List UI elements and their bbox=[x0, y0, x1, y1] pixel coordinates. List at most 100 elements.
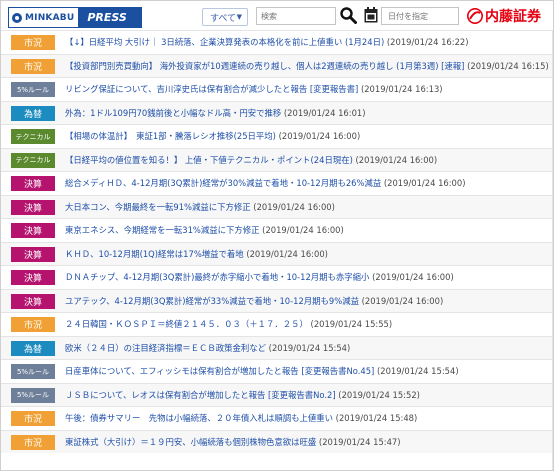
news-row[interactable]: 5%ルール リビング保証について、吉川淳史氏は保有割合が減少したと報告 [変更報告… bbox=[1, 77, 553, 101]
timestamp-close-paren: ) bbox=[462, 178, 466, 188]
news-row[interactable]: 決算 ＤＮＡチップ、4-12月期(3Q累計)最終が赤字縮小で着地・10-12月期も… bbox=[1, 265, 553, 289]
timestamp-close-paren: ) bbox=[397, 436, 401, 447]
news-timestamp: 2019/01/24 16:00 bbox=[387, 178, 463, 188]
news-row[interactable]: 5%ルール 日産車体について、エフィッシモは保有割合が増加したと報告 [変更報告書… bbox=[1, 359, 553, 383]
category-badge: 市況 bbox=[11, 35, 55, 50]
timestamp-close-paren: ) bbox=[324, 248, 328, 259]
news-row[interactable]: 決算 ユアテック、4-12月期(3Q累計)経常が33%減益で着地・10-12月期も… bbox=[1, 288, 553, 313]
news-title-link[interactable]: リビング保証について、吉川淳史氏は保有割合が減少したと報告 [変更報告書] (2… bbox=[65, 78, 443, 101]
news-title-link[interactable]: 午後：債券サマリー 先物は小幅続落、２０年債入札は順調も上値重い (2019/0… bbox=[65, 407, 417, 430]
news-row[interactable]: 市況 午後：債券サマリー 先物は小幅続落、２０年債入札は順調も上値重い (2019… bbox=[1, 406, 553, 430]
news-row[interactable]: 市況 ２４日韓国・ＫＯＳＰＩ＝終値２１４５．０３（＋１７．２５） (2019/01… bbox=[1, 312, 553, 336]
news-row[interactable]: 決算 総合メディＨＤ、4-12月期(3Q累計)経常が30%減益で着地・10-12月… bbox=[1, 171, 553, 195]
news-timestamp: 2019/01/24 16:00 bbox=[375, 272, 451, 282]
category-badge: 決算 bbox=[11, 270, 55, 285]
timestamp-close-paren: ) bbox=[356, 131, 361, 141]
news-row[interactable]: 5%ルール ＪＳＢについて、レオスは保有割合が増加したと報告 [変更報告書No.2… bbox=[1, 382, 553, 407]
news-title-link[interactable]: ＪＳＢについて、レオスは保有割合が増加したと報告 [変更報告書No.2] (20… bbox=[65, 384, 420, 407]
timestamp-close-paren: ) bbox=[331, 201, 335, 212]
news-title-link[interactable]: 外為：1ドル109円70銭前後と小幅なドル高・円安で推移 (2019/01/24… bbox=[65, 102, 366, 125]
timestamp-close-paren: ) bbox=[414, 413, 418, 423]
news-row[interactable]: 市況 【↓】日経平均 大引け｜ 3日続落、企業決算発表の本格化を前に上値重い (1… bbox=[1, 30, 553, 54]
news-headline: 東証株式（大引け）＝１９円安、小幅続落も個別株物色意欲は旺盛 bbox=[65, 436, 317, 447]
category-badge: 決算 bbox=[11, 246, 55, 262]
news-timestamp: 2019/01/24 15:54 bbox=[380, 366, 456, 376]
category-select-value: すべて bbox=[210, 13, 237, 24]
news-row[interactable]: 市況 東証株式（大引け）＝１９円安、小幅続落も個別株物色意欲は旺盛 (2019/0… bbox=[1, 429, 553, 454]
news-headline: ユアテック、4-12月期(3Q累計)経常が33%減益で着地・10-12月期も9%… bbox=[65, 295, 359, 306]
category-badge: 5%ルール bbox=[11, 387, 55, 403]
news-row[interactable]: 為替 欧米（２４日）の注目経済指標＝ＥＣＢ政策金利など (2019/01/24 1… bbox=[1, 335, 553, 360]
news-list: 市況 【↓】日経平均 大引け｜ 3日続落、企業決算発表の本格化を前に上値重い (1… bbox=[1, 30, 553, 453]
news-title-link[interactable]: 日産車体について、エフィッシモは保有割合が増加したと報告 [変更報告書No.45… bbox=[65, 360, 459, 383]
news-title-link[interactable]: 総合メディＨＤ、4-12月期(3Q累計)経常が30%減益で着地・10-12月期も… bbox=[65, 172, 466, 195]
logo-minkabu: MINKABU bbox=[9, 8, 79, 27]
header: MINKABU PRESS すべて ▼ 内藤証券 bbox=[1, 1, 553, 31]
news-headline: 大日本コン、今期最終を一転91%減益に下方修正 bbox=[65, 201, 251, 212]
news-timestamp: 2019/01/24 15:48 bbox=[338, 413, 415, 423]
naito-brand-icon bbox=[467, 8, 483, 24]
minkabu-press-logo[interactable]: MINKABU PRESS bbox=[8, 7, 142, 28]
news-headline: 午後：債券サマリー 先物は小幅続落、２０年債入札は順調も上値重い bbox=[65, 413, 333, 423]
minkabu-mark-icon bbox=[12, 12, 22, 23]
news-timestamp: 2019/01/24 16:00 bbox=[256, 201, 332, 212]
category-badge: 市況 bbox=[11, 434, 55, 450]
category-badge: 5%ルール bbox=[11, 364, 55, 379]
news-title-link[interactable]: ユアテック、4-12月期(3Q累計)経常が33%減益で着地・10-12月期も9%… bbox=[65, 290, 443, 313]
news-timestamp: 2019/01/24 16:13 bbox=[364, 84, 440, 94]
news-title-link[interactable]: 【日経平均の値位置を知る！】 上値・下値テクニカル・ポイント(24日現在) (2… bbox=[65, 149, 437, 172]
news-row[interactable]: 決算 東京エネシス、今期経常を一転31%減益に下方修正 (2019/01/24 1… bbox=[1, 218, 553, 242]
logo-press: PRESS bbox=[78, 8, 141, 27]
news-timestamp: 2019/01/24 16:01 bbox=[287, 107, 363, 118]
news-headline: ＫＨＤ、10-12月期(1Q)経常は17%増益で着地 bbox=[65, 248, 244, 259]
news-timestamp: 2019/01/24 16:00 bbox=[364, 295, 440, 306]
news-row[interactable]: 為替 外為：1ドル109円70銭前後と小幅なドル高・円安で推移 (2019/01/… bbox=[1, 100, 553, 125]
search-icon[interactable] bbox=[339, 6, 357, 24]
news-title-link[interactable]: 【相場の体温計】 東証1部・騰落レシオ推移(25日平均) (2019/01/24… bbox=[65, 125, 360, 148]
category-select[interactable]: すべて ▼ bbox=[202, 8, 248, 26]
news-title-link[interactable]: ＤＮＡチップ、4-12月期(3Q累計)最終が赤字縮小で着地・10-12月期も赤字… bbox=[65, 266, 454, 289]
news-timestamp: 2019/01/24 16:00 bbox=[265, 225, 341, 235]
news-title-link[interactable]: 【↓】日経平均 大引け｜ 3日続落、企業決算発表の本格化を前に上値重い (1月2… bbox=[65, 31, 469, 54]
news-row[interactable]: 市況 【投資部門別売買動向】 海外投資家が10週連続の売り越し、個人は2週連続の売… bbox=[1, 53, 553, 78]
category-badge: 為替 bbox=[11, 105, 55, 121]
logo-minkabu-text: MINKABU bbox=[25, 12, 75, 23]
news-row[interactable]: テクニカル 【日経平均の値位置を知る！】 上値・下値テクニカル・ポイント(24日現… bbox=[1, 147, 553, 172]
news-row[interactable]: テクニカル 【相場の体温計】 東証1部・騰落レシオ推移(25日平均) (2019/… bbox=[1, 124, 553, 148]
news-timestamp: 2019/01/24 16:00 bbox=[281, 131, 357, 141]
news-headline: 【相場の体温計】 東証1部・騰落レシオ推移(25日平均) bbox=[65, 131, 276, 141]
news-timestamp: 2019/01/24 15:55 bbox=[313, 319, 389, 329]
news-row[interactable]: 決算 ＫＨＤ、10-12月期(1Q)経常は17%増益で着地 (2019/01/24… bbox=[1, 241, 553, 266]
category-badge: 決算 bbox=[11, 176, 55, 191]
news-title-link[interactable]: 欧米（２４日）の注目経済指標＝ＥＣＢ政策金利など (2019/01/24 15:… bbox=[65, 337, 350, 360]
news-headline: 日産車体について、エフィッシモは保有割合が増加したと報告 [変更報告書No.45… bbox=[65, 366, 375, 376]
date-field[interactable] bbox=[381, 7, 459, 25]
news-title-link[interactable]: 【投資部門別売買動向】 海外投資家が10週連続の売り越し、個人は2週連続の売り越… bbox=[65, 55, 549, 78]
news-headline: 【投資部門別売買動向】 海外投資家が10週連続の売り越し、個人は2週連続の売り越… bbox=[65, 60, 465, 71]
category-badge: 市況 bbox=[11, 317, 55, 332]
news-headline: 外為：1ドル109円70銭前後と小幅なドル高・円安で推移 bbox=[65, 107, 282, 118]
news-headline: 欧米（２４日）の注目経済指標＝ＥＣＢ政策金利など bbox=[65, 342, 266, 353]
calendar-icon[interactable] bbox=[364, 7, 378, 23]
timestamp-close-paren: ) bbox=[455, 366, 459, 376]
timestamp-close-paren: ) bbox=[465, 37, 469, 47]
news-title-link[interactable]: 東証株式（大引け）＝１９円安、小幅続落も個別株物色意欲は旺盛 (2019/01/… bbox=[65, 431, 401, 454]
news-title-link[interactable]: ２４日韓国・ＫＯＳＰＩ＝終値２１４５．０３（＋１７．２５） (2019/01/2… bbox=[65, 313, 392, 336]
category-badge: 決算 bbox=[11, 223, 55, 238]
news-headline: ＪＳＢについて、レオスは保有割合が増加したと報告 [変更報告書No.2] bbox=[65, 389, 336, 400]
news-timestamp: 2019/01/24 15:47 bbox=[322, 436, 398, 447]
category-badge: 決算 bbox=[11, 199, 55, 215]
news-timestamp: 2019/01/24 15:52 bbox=[341, 389, 417, 400]
right-border bbox=[552, 30, 553, 470]
category-badge: 市況 bbox=[11, 411, 55, 426]
news-headline: 総合メディＨＤ、4-12月期(3Q累計)経常が30%減益で着地・10-12月期も… bbox=[65, 178, 382, 188]
category-badge: 5%ルール bbox=[11, 82, 55, 97]
news-timestamp: 2019/01/24 16:15 bbox=[470, 60, 546, 71]
news-title-link[interactable]: 大日本コン、今期最終を一転91%減益に下方修正 (2019/01/24 16:0… bbox=[65, 196, 335, 219]
timestamp-close-paren: ) bbox=[450, 272, 454, 282]
news-title-link[interactable]: 東京エネシス、今期経常を一転31%減益に下方修正 (2019/01/24 16:… bbox=[65, 219, 344, 242]
news-title-link[interactable]: ＫＨＤ、10-12月期(1Q)経常は17%増益で着地 (2019/01/24 1… bbox=[65, 243, 328, 266]
search-input[interactable] bbox=[256, 7, 336, 25]
brand-name: 内藤証券 bbox=[485, 9, 541, 25]
news-row[interactable]: 決算 大日本コン、今期最終を一転91%減益に下方修正 (2019/01/24 16… bbox=[1, 194, 553, 219]
